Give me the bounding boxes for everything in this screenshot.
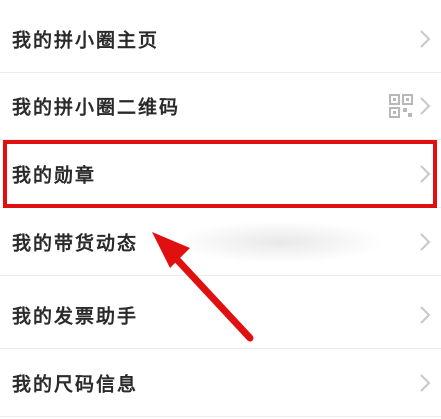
menu-list: 我的拼小圈主页 我的拼小圈二维码 我的勋章 我的带货动态 我的发票助手 我的尺码… bbox=[0, 0, 441, 419]
chevron-right-icon bbox=[420, 97, 431, 115]
highlight-box bbox=[3, 140, 437, 208]
menu-item-pinxiaoquan-qrcode[interactable]: 我的拼小圈二维码 bbox=[0, 73, 441, 140]
chevron-right-icon bbox=[420, 306, 431, 324]
menu-item-label: 我的拼小圈主页 bbox=[12, 29, 160, 52]
chevron-right-icon bbox=[420, 30, 431, 48]
menu-item-label: 我的拼小圈二维码 bbox=[12, 96, 181, 119]
menu-item-invoice-assistant[interactable]: 我的发票助手 bbox=[0, 282, 441, 349]
menu-item-pinxiaoquan-home[interactable]: 我的拼小圈主页 bbox=[0, 6, 441, 73]
menu-item-label: 我的发票助手 bbox=[12, 305, 139, 328]
chevron-right-icon bbox=[420, 374, 431, 392]
menu-item-label: 我的尺码信息 bbox=[12, 373, 139, 396]
menu-item-size-info[interactable]: 我的尺码信息 bbox=[0, 350, 441, 417]
qr-code-icon bbox=[389, 94, 413, 118]
menu-item-sales-activity[interactable]: 我的带货动态 bbox=[0, 209, 441, 276]
chevron-right-icon bbox=[420, 233, 431, 251]
menu-item-label: 我的带货动态 bbox=[12, 232, 139, 255]
